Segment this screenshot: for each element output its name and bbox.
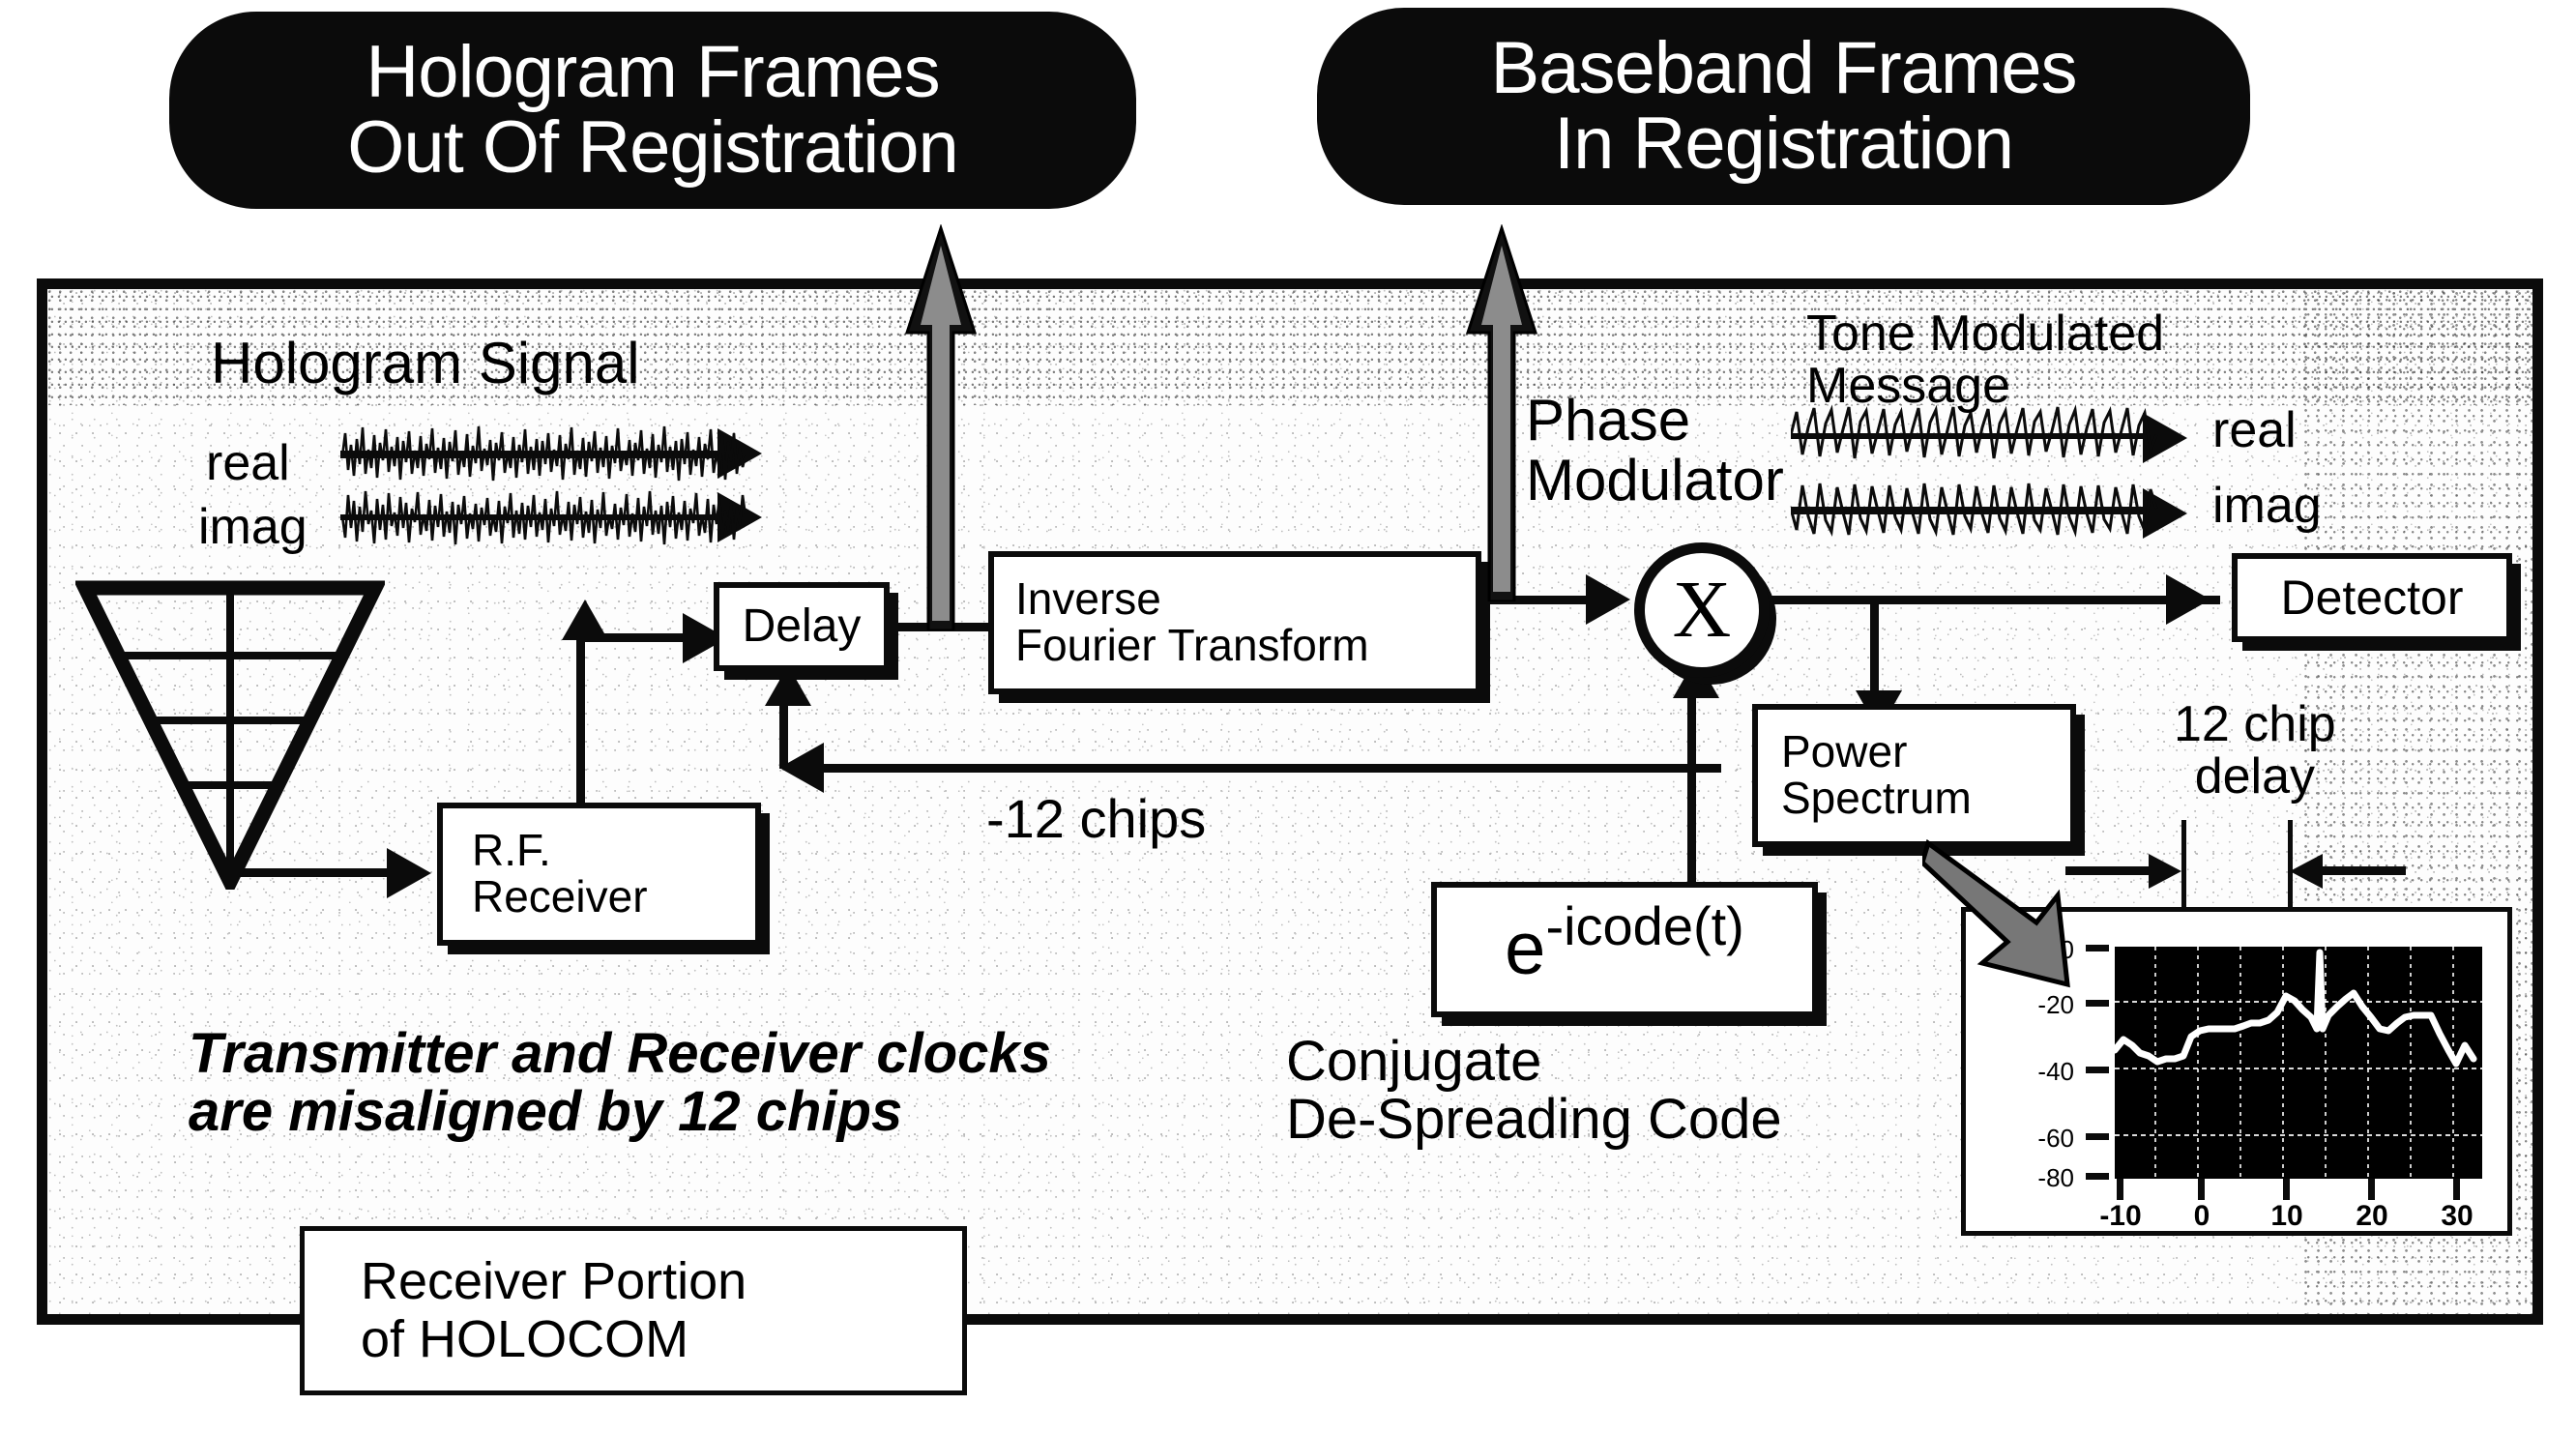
spectrum-ytick-mark--40 (2086, 1067, 2109, 1073)
spectrum-ytick-mark--60 (2086, 1133, 2109, 1140)
spectrum-xtick-20: 20 (2356, 1200, 2388, 1232)
chip-delay-arrow-left (2149, 854, 2181, 889)
minus-12-chips-label: -12 chips (986, 788, 1207, 849)
phase-modulator-label: Phase Modulator (1526, 388, 1784, 513)
conjugate-line1: Conjugate (1286, 1030, 1542, 1093)
tone-modulated-message-label: Tone Modulated Message (1806, 307, 2164, 412)
tone-modulated-line1: Tone Modulated (1806, 306, 2165, 362)
ifft-line2: Fourier Transform (1015, 620, 1369, 670)
baseband-frames-banner-line1: Baseband Frames (1490, 27, 2078, 110)
chip-delay-annotation: 12 chip delay (2174, 698, 2336, 803)
phase-modulator-line2: Modulator (1526, 448, 1784, 513)
spectrum-xtick-mark--10 (2117, 1179, 2123, 1200)
detector-block[interactable]: Detector (2232, 553, 2512, 642)
feedback-arrow (779, 743, 824, 793)
despread-exponent: -icode(t) (1545, 895, 1744, 957)
spectrum-xtick-mark-30 (2453, 1179, 2460, 1200)
conjugate-despread-code-block[interactable]: e -icode(t) (1431, 882, 1818, 1017)
spectrum-xtick-0: 0 (2193, 1200, 2210, 1232)
spectrum-xtick-30: 30 (2441, 1200, 2474, 1232)
chip-delay-arrow-right-shaft (2321, 866, 2406, 875)
power-spectrum-block[interactable]: Power Spectrum (1752, 704, 2076, 847)
mixer-to-detector-arrow (2166, 574, 2210, 625)
mixer-multiplier[interactable]: X (1634, 542, 1770, 678)
imag-label-right: imag (2212, 478, 2322, 534)
feedback-up-arrow (765, 665, 811, 706)
spectrum-xtick-mark-0 (2198, 1179, 2205, 1200)
spectrum-ytick--40: -40 (2037, 1057, 2074, 1086)
diagram-canvas: Hologram Frames Out Of Registration Base… (0, 0, 2576, 1434)
spectrum-ytick-mark--80 (2086, 1173, 2109, 1180)
despread-to-mixer-wire (1687, 677, 1696, 885)
spectrum-xtick-10: 10 (2270, 1200, 2303, 1232)
spectrum-xtick-mark-10 (2283, 1179, 2290, 1200)
conjugate-line2: De-Spreading Code (1286, 1088, 1782, 1152)
delay-label: Delay (742, 600, 862, 653)
baseband-frames-banner-line2: In Registration (1553, 102, 2014, 185)
power-spectrum-trace (2115, 949, 2477, 1068)
antenna-to-rf-arrow (387, 848, 431, 898)
phase-modulator-line1: Phase (1526, 388, 1691, 453)
misalign-line2: are misaligned by 12 chips (189, 1080, 903, 1144)
conjugate-despreading-code-label: Conjugate De-Spreading Code (1286, 1030, 1782, 1152)
delay-block[interactable]: Delay (714, 582, 890, 671)
clock-misalignment-note: Transmitter and Receiver clocks are misa… (189, 1022, 1051, 1144)
power-spectrum-svg (2115, 947, 2482, 1179)
hologram-signal-label: Hologram Signal (211, 331, 640, 395)
inverse-fourier-transform-block[interactable]: Inverse Fourier Transform (988, 551, 1481, 694)
hologram-frames-banner-line2: Out Of Registration (347, 106, 958, 189)
caption-line1: Receiver Portion (361, 1252, 747, 1311)
mixer-symbol: X (1672, 565, 1732, 655)
rf-receiver-line2: Receiver (472, 871, 648, 922)
spectrum-ytick--80: -80 (2037, 1163, 2074, 1192)
tone-imag-waveform (1791, 483, 2158, 538)
hologram-frames-banner: Hologram Frames Out Of Registration (169, 12, 1136, 209)
baseband-frames-output-arrow (1465, 224, 1538, 601)
imag-label-left: imag (198, 499, 307, 555)
real-label-right: real (2212, 402, 2297, 458)
rf-to-delay-wire (576, 638, 585, 807)
chip-delay-arrow-right (2290, 854, 2323, 889)
chip-delay-line1: 12 chip (2174, 696, 2336, 752)
ifft-to-mixer-arrow (1586, 574, 1630, 625)
spectrum-ytick--60: -60 (2037, 1124, 2074, 1153)
receiver-antenna-icon (75, 580, 385, 890)
baseband-frames-banner: Baseband Frames In Registration (1317, 8, 2250, 205)
feedback-wire (803, 764, 1721, 773)
power-spectrum-line1: Power (1781, 726, 1908, 777)
detector-label: Detector (2280, 571, 2464, 625)
rf-receiver-block[interactable]: R.F. Receiver (437, 803, 761, 946)
spectrum-ytick-mark--20 (2086, 1000, 2109, 1007)
misalign-line1: Transmitter and Receiver clocks (189, 1022, 1051, 1085)
spectrum-xtick-mark-20 (2368, 1179, 2375, 1200)
spectrum-ytick--20: -20 (2037, 990, 2074, 1019)
caption-line2: of HOLOCOM (361, 1309, 689, 1368)
hologram-real-waveform (340, 425, 746, 482)
hologram-imag-waveform (340, 490, 746, 545)
rf-receiver-line1: R.F. (472, 825, 551, 876)
power-spectrum-line2: Spectrum (1781, 773, 1972, 823)
power-spectrum-to-plot-arrow (1922, 839, 2070, 988)
power-spectrum-plot-area (2115, 947, 2482, 1179)
receiver-portion-caption-box: Receiver Portion of HOLOCOM (300, 1226, 967, 1395)
chip-delay-line2: delay (2194, 748, 2315, 805)
ifft-line1: Inverse (1015, 573, 1161, 625)
despread-base: e (1505, 908, 1546, 991)
hologram-frames-banner-line1: Hologram Frames (366, 31, 940, 114)
rf-to-delay-arrow (562, 600, 608, 640)
tone-modulated-line2: Message (1806, 358, 2010, 415)
real-label-left: real (206, 435, 290, 491)
spectrum-xtick--10: -10 (2099, 1200, 2142, 1232)
mixer-to-detector-wire (1746, 596, 2220, 604)
hologram-frames-output-arrow (904, 224, 978, 630)
